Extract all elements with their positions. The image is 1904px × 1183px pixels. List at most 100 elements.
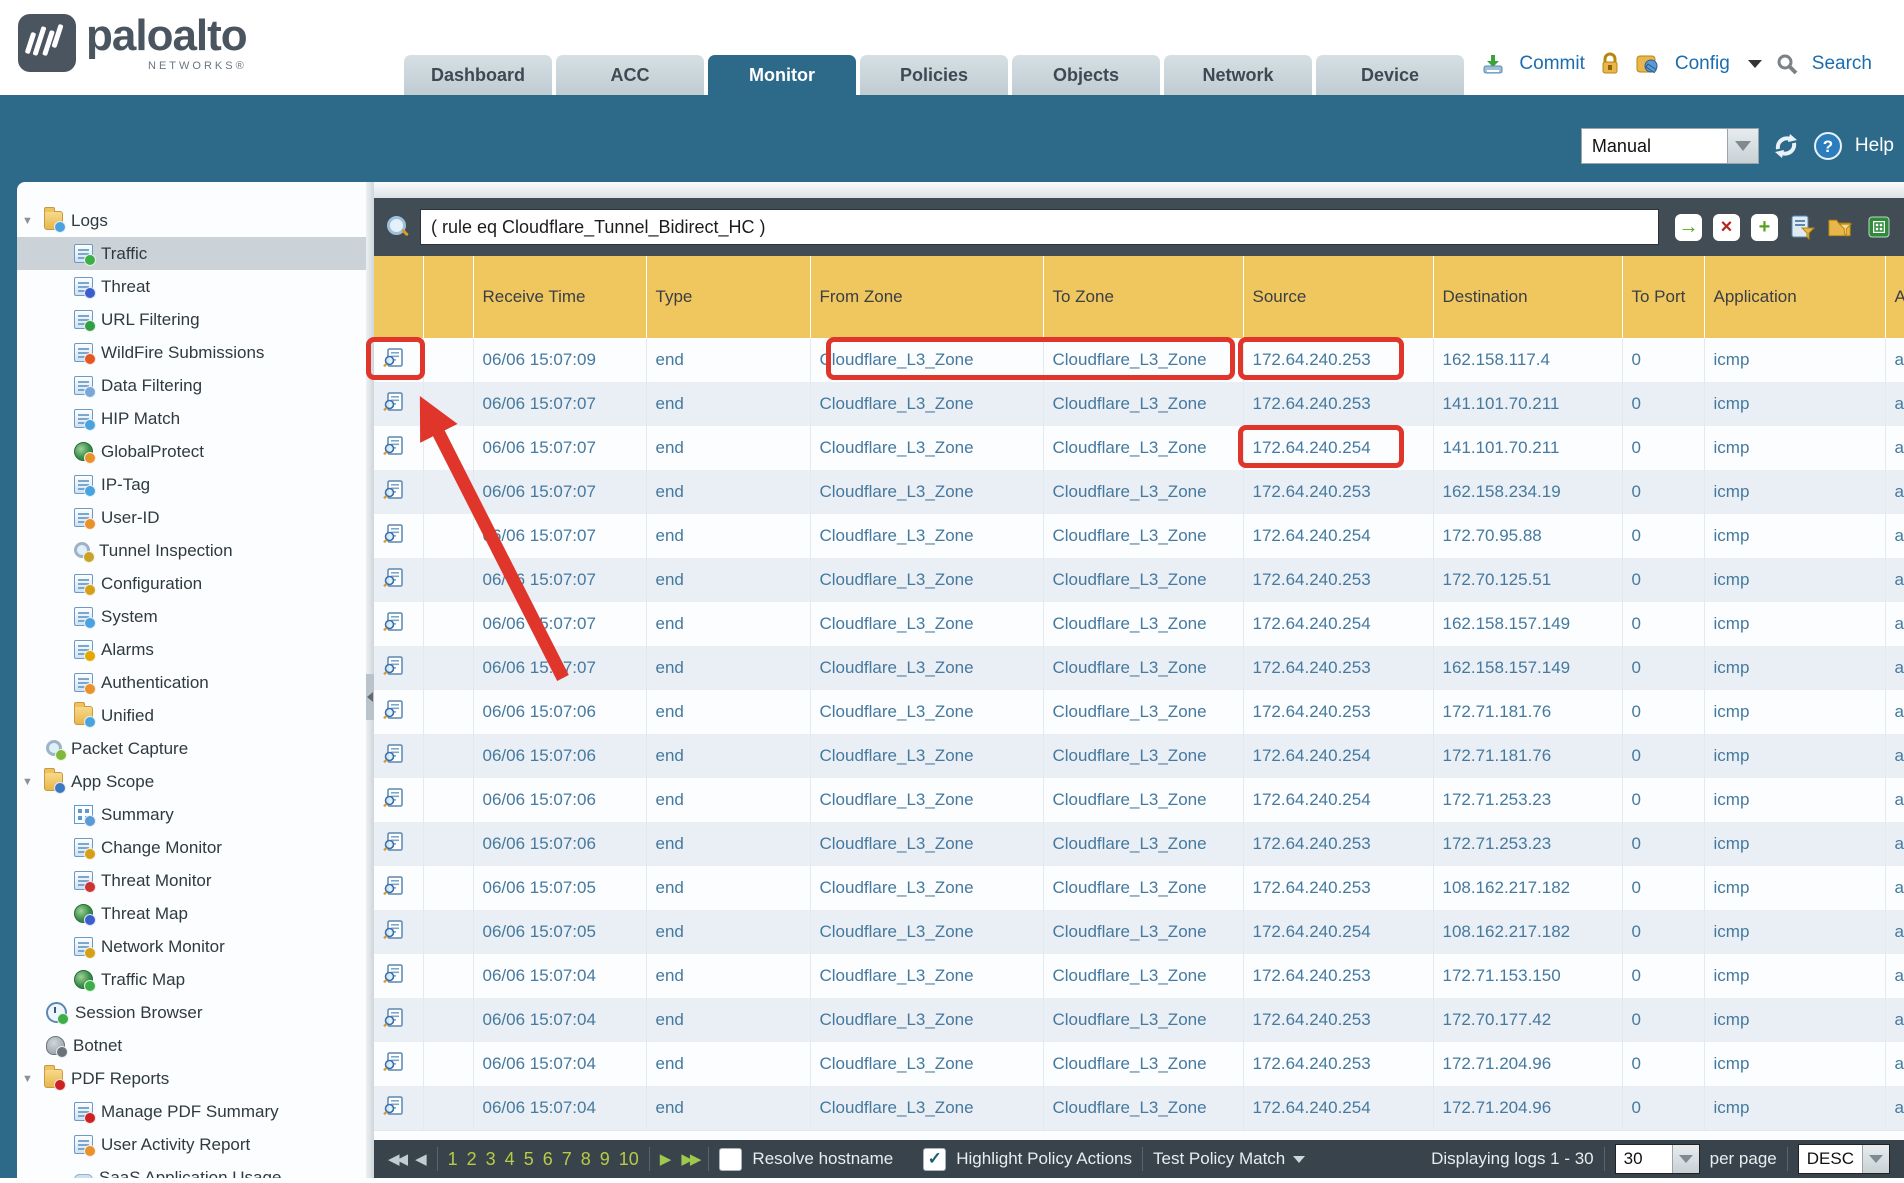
cell-time[interactable]: 06/06 15:07:05: [473, 866, 646, 910]
cell-from[interactable]: Cloudflare_L3_Zone: [810, 998, 1043, 1042]
sidebar-item-wildfire-submissions[interactable]: WildFire Submissions: [17, 336, 366, 369]
log-detail-icon[interactable]: [383, 876, 405, 895]
cell-act[interactable]: a: [1885, 866, 1904, 910]
sidebar-item-ip-tag[interactable]: IP-Tag: [17, 468, 366, 501]
log-detail-icon[interactable]: [383, 656, 405, 675]
cell-act[interactable]: a: [1885, 470, 1904, 514]
page-number-1[interactable]: 1: [448, 1149, 458, 1170]
sidebar-item-packet-capture[interactable]: Packet Capture: [17, 732, 366, 765]
cell-dst[interactable]: 172.70.177.42: [1433, 998, 1622, 1042]
cell-act[interactable]: a: [1885, 954, 1904, 998]
config-caret-icon[interactable]: [1748, 60, 1762, 68]
cell-type[interactable]: end: [646, 1086, 810, 1130]
cell-from[interactable]: Cloudflare_L3_Zone: [810, 1042, 1043, 1086]
cell-src[interactable]: 172.64.240.254: [1243, 910, 1433, 954]
sidebar-item-threat[interactable]: Threat: [17, 270, 366, 303]
config-button[interactable]: Config: [1675, 53, 1730, 75]
log-detail-icon[interactable]: [383, 1096, 405, 1115]
refresh-icon[interactable]: [1771, 131, 1801, 161]
cell-type[interactable]: end: [646, 778, 810, 822]
cell-type[interactable]: end: [646, 998, 810, 1042]
cell-to[interactable]: Cloudflare_L3_Zone: [1043, 690, 1243, 734]
cell-src[interactable]: 172.64.240.253: [1243, 470, 1433, 514]
cell-dst[interactable]: 172.71.181.76: [1433, 734, 1622, 778]
sidebar-item-pdf-reports[interactable]: ▼PDF Reports: [17, 1062, 366, 1095]
cell-dst[interactable]: 162.158.157.149: [1433, 646, 1622, 690]
sidebar-item-network-monitor[interactable]: Network Monitor: [17, 930, 366, 963]
cell-detail[interactable]: [374, 778, 423, 822]
commit-button[interactable]: Commit: [1519, 53, 1584, 75]
sidebar-item-threat-monitor[interactable]: Threat Monitor: [17, 864, 366, 897]
cell-port[interactable]: 0: [1622, 690, 1704, 734]
sidebar-item-summary[interactable]: Summary: [17, 798, 366, 831]
sidebar-splitter[interactable]: [366, 182, 374, 1178]
cell-port[interactable]: 0: [1622, 998, 1704, 1042]
test-policy-match-button[interactable]: Test Policy Match: [1153, 1149, 1305, 1169]
sidebar-item-logs[interactable]: ▼Logs: [17, 204, 366, 237]
search-button[interactable]: Search: [1812, 53, 1872, 75]
export-filter-icon[interactable]: [1865, 214, 1892, 241]
cell-to[interactable]: Cloudflare_L3_Zone: [1043, 998, 1243, 1042]
cell-src[interactable]: 172.64.240.253: [1243, 998, 1433, 1042]
cell-app[interactable]: icmp: [1704, 734, 1885, 778]
cell-to[interactable]: Cloudflare_L3_Zone: [1043, 1042, 1243, 1086]
sidebar-collapse-handle[interactable]: [366, 674, 374, 720]
cell-app[interactable]: icmp: [1704, 338, 1885, 382]
highlight-policy-actions-checkbox[interactable]: ✓: [923, 1148, 946, 1171]
sidebar-item-session-browser[interactable]: Session Browser: [17, 996, 366, 1029]
page-number-3[interactable]: 3: [486, 1149, 496, 1170]
cell-act[interactable]: a: [1885, 382, 1904, 426]
cell-detail[interactable]: [374, 1086, 423, 1130]
cell-dst[interactable]: 172.71.204.96: [1433, 1042, 1622, 1086]
cell-type[interactable]: end: [646, 558, 810, 602]
cell-detail[interactable]: [374, 734, 423, 778]
tab-policies[interactable]: Policies: [860, 55, 1008, 95]
cell-port[interactable]: 0: [1622, 866, 1704, 910]
cell-app[interactable]: icmp: [1704, 1042, 1885, 1086]
page-number-10[interactable]: 10: [619, 1149, 639, 1170]
column-header-receive-time[interactable]: Receive Time: [473, 256, 646, 338]
cell-to[interactable]: Cloudflare_L3_Zone: [1043, 558, 1243, 602]
resolve-hostname-checkbox[interactable]: [719, 1148, 742, 1171]
cell-to[interactable]: Cloudflare_L3_Zone: [1043, 954, 1243, 998]
sidebar-item-alarms[interactable]: Alarms: [17, 633, 366, 666]
cell-port[interactable]: 0: [1622, 514, 1704, 558]
page-number-2[interactable]: 2: [467, 1149, 477, 1170]
cell-detail[interactable]: [374, 382, 423, 426]
sort-order-dropdown-button[interactable]: [1862, 1145, 1889, 1173]
cell-app[interactable]: icmp: [1704, 514, 1885, 558]
cell-act[interactable]: a: [1885, 778, 1904, 822]
cell-act[interactable]: a: [1885, 1086, 1904, 1130]
cell-detail[interactable]: [374, 998, 423, 1042]
cell-time[interactable]: 06/06 15:07:07: [473, 426, 646, 470]
save-filter-icon[interactable]: [1789, 214, 1816, 241]
cell-act[interactable]: a: [1885, 690, 1904, 734]
cell-src[interactable]: 172.64.240.254: [1243, 1086, 1433, 1130]
add-filter-icon[interactable]: +: [1751, 214, 1778, 241]
page-number-7[interactable]: 7: [562, 1149, 572, 1170]
sidebar-item-configuration[interactable]: Configuration: [17, 567, 366, 600]
cell-time[interactable]: 06/06 15:07:07: [473, 558, 646, 602]
column-header-to-port[interactable]: To Port: [1622, 256, 1704, 338]
cell-from[interactable]: Cloudflare_L3_Zone: [810, 558, 1043, 602]
cell-type[interactable]: end: [646, 602, 810, 646]
cell-port[interactable]: 0: [1622, 470, 1704, 514]
expander-icon[interactable]: ▼: [22, 1073, 36, 1085]
cell-detail[interactable]: [374, 866, 423, 910]
log-detail-icon[interactable]: [383, 744, 405, 763]
column-header-destination[interactable]: Destination: [1433, 256, 1622, 338]
sidebar-item-globalprotect[interactable]: GlobalProtect: [17, 435, 366, 468]
cell-from[interactable]: Cloudflare_L3_Zone: [810, 470, 1043, 514]
tab-acc[interactable]: ACC: [556, 55, 704, 95]
apply-filter-icon[interactable]: →: [1675, 214, 1702, 241]
cell-detail[interactable]: [374, 910, 423, 954]
cell-app[interactable]: icmp: [1704, 602, 1885, 646]
lock-icon[interactable]: [1599, 52, 1621, 76]
cell-type[interactable]: end: [646, 734, 810, 778]
cell-type[interactable]: end: [646, 514, 810, 558]
cell-dst[interactable]: 108.162.217.182: [1433, 910, 1622, 954]
cell-dst[interactable]: 162.158.234.19: [1433, 470, 1622, 514]
column-header-from-zone[interactable]: From Zone: [810, 256, 1043, 338]
cell-app[interactable]: icmp: [1704, 382, 1885, 426]
prev-page-icon[interactable]: ◀: [415, 1150, 427, 1168]
